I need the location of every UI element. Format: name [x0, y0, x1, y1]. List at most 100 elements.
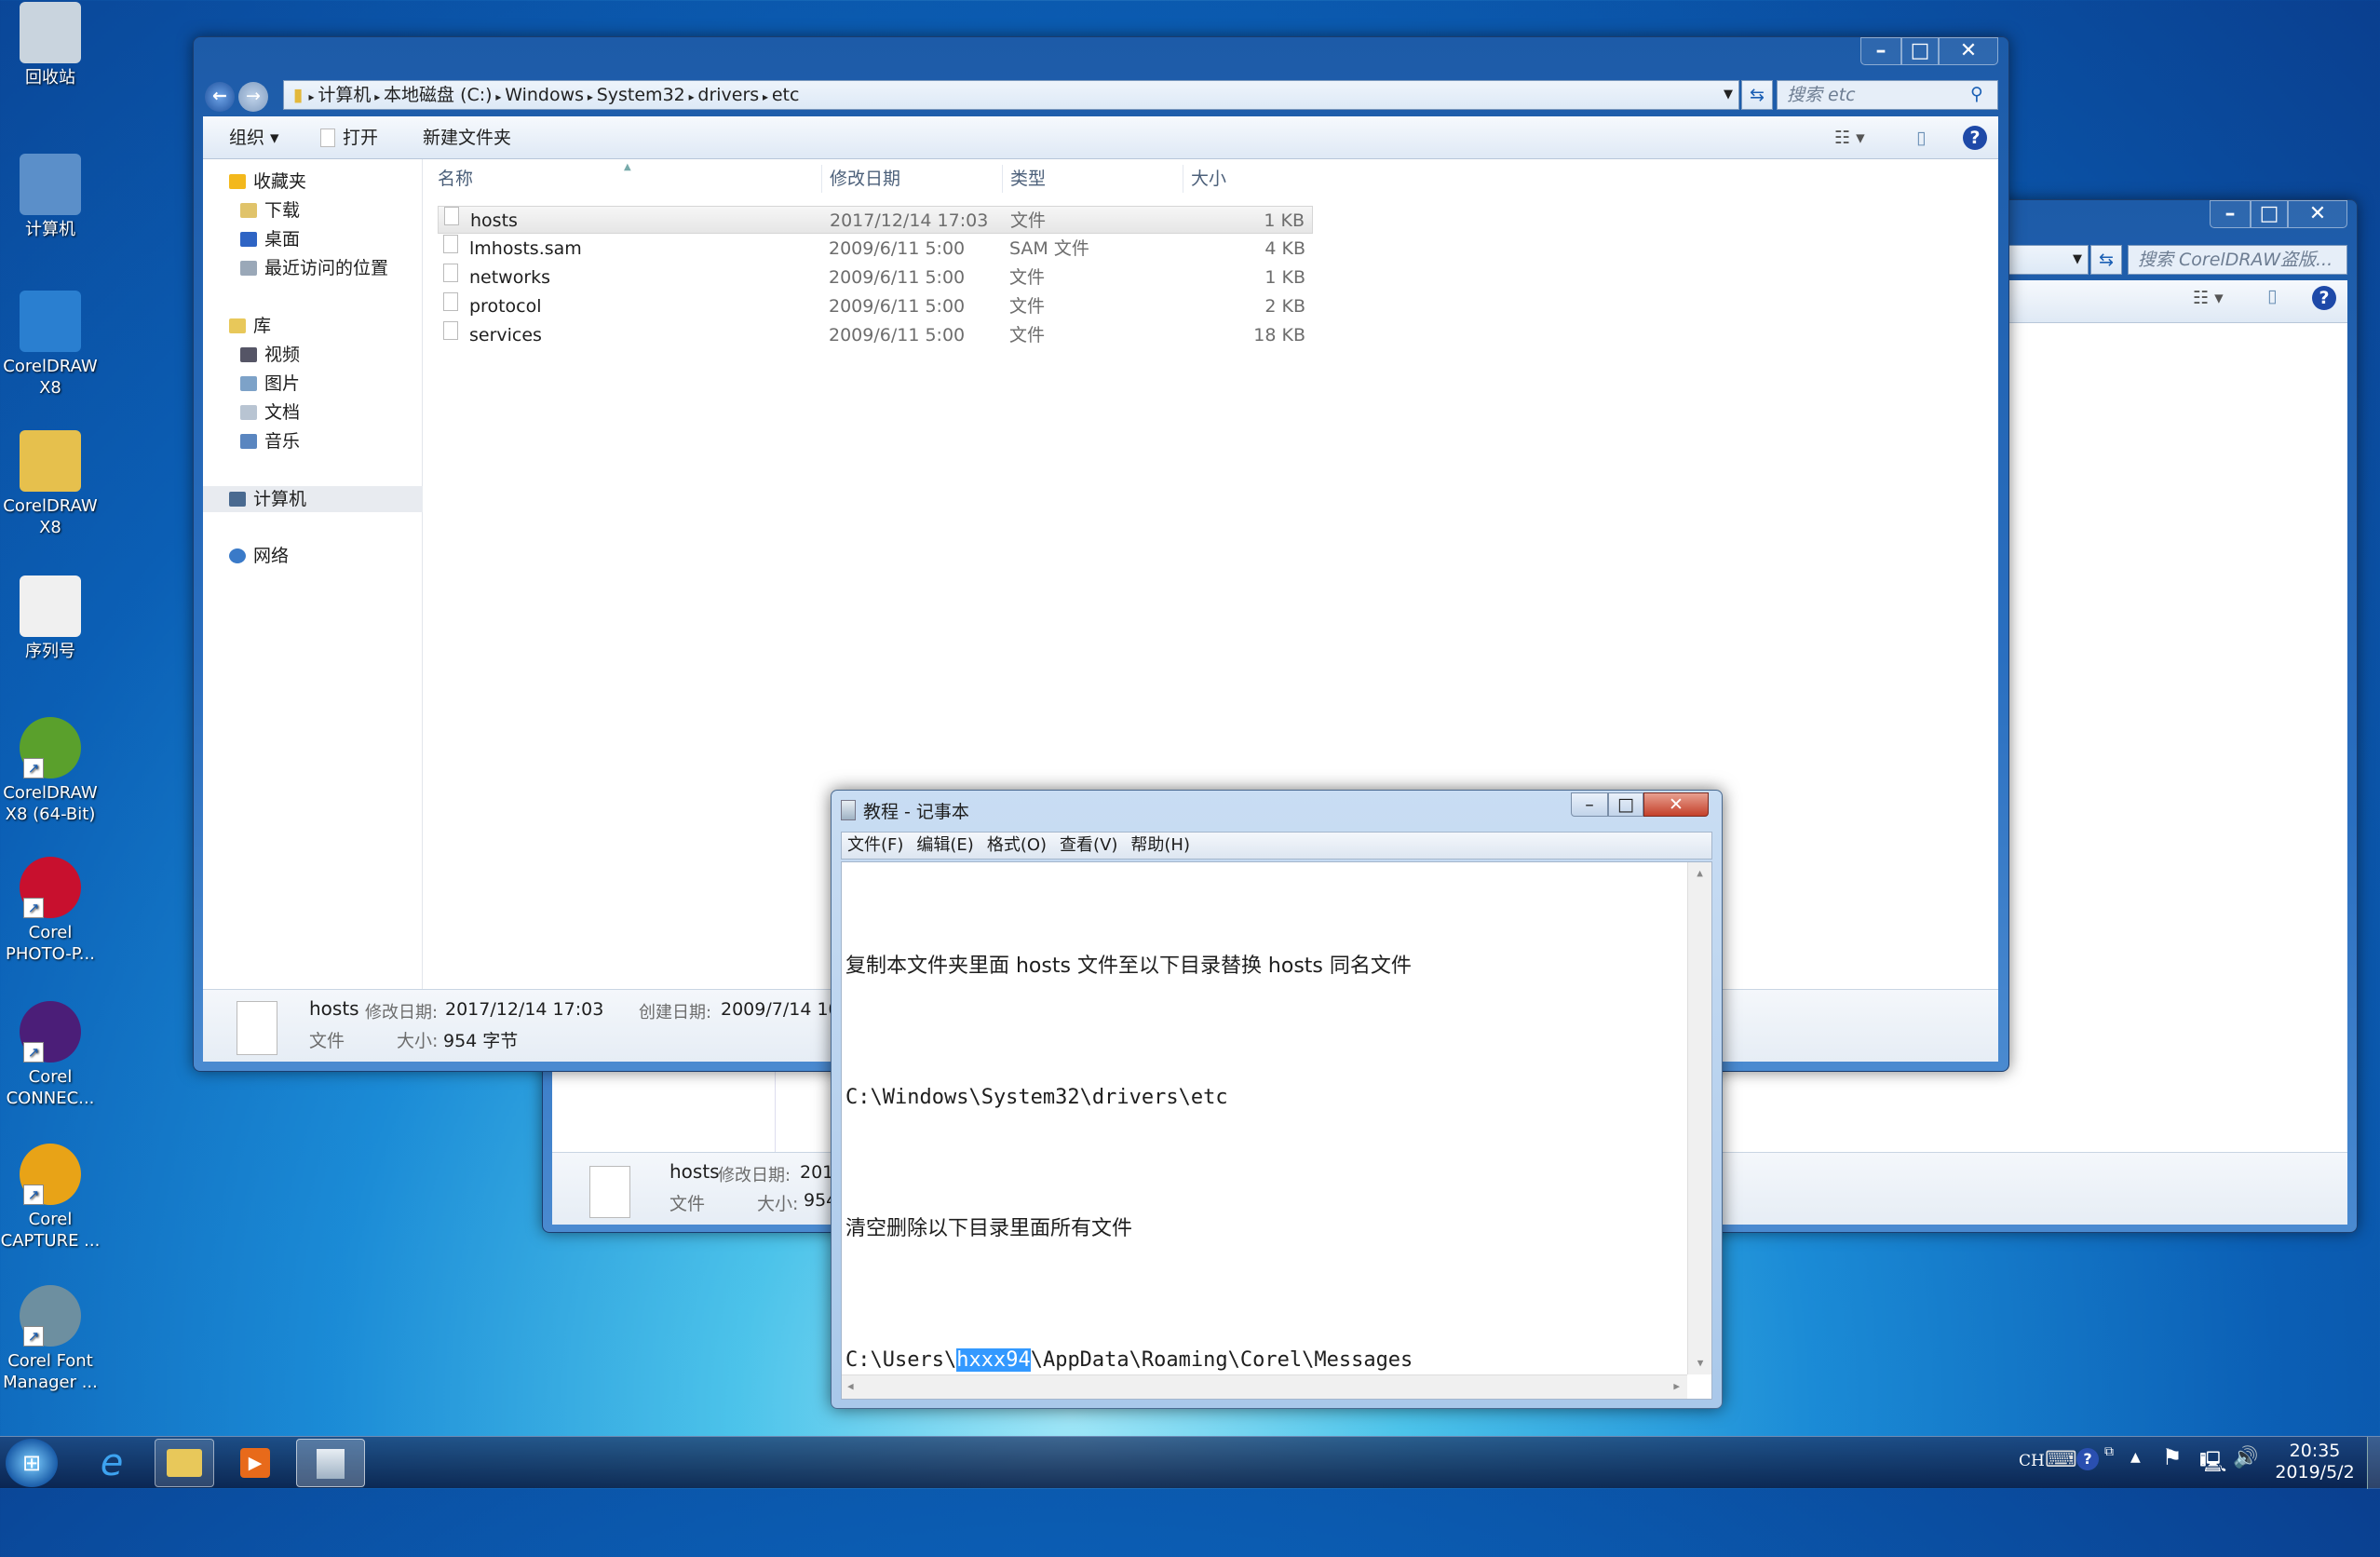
column-header-name[interactable]: 名称 — [438, 165, 473, 193]
desktop-icon-item[interactable]: ↗ CorelDRAW X8 (64-Bit) — [0, 717, 101, 825]
taskbar-internet-explorer[interactable]: e — [84, 1441, 140, 1485]
taskbar-explorer[interactable] — [155, 1439, 214, 1487]
nav-desktop[interactable]: 桌面 — [240, 226, 300, 252]
desktop-icon-item[interactable]: ↗ Corel CONNEC... — [0, 1001, 101, 1109]
nav-music[interactable]: 音乐 — [240, 428, 300, 454]
restore-icon[interactable]: ⧉ — [2104, 1444, 2114, 1459]
breadcrumb-item[interactable]: System32 — [597, 85, 685, 105]
new-folder-button[interactable]: 新建文件夹 — [423, 116, 511, 159]
organize-button[interactable]: 组织 ▾ — [229, 116, 279, 159]
video-icon — [240, 347, 257, 362]
text-area[interactable]: 复制本文件夹里面 hosts 文件至以下目录替换 hosts 同名文件 C:\W… — [841, 861, 1712, 1400]
breadcrumb-separator-icon[interactable]: ▸ — [371, 90, 384, 103]
help-icon[interactable]: ? — [2312, 286, 2336, 310]
open-button[interactable]: 打开 — [320, 116, 378, 159]
detail-type: 文件 — [309, 1031, 345, 1051]
menu-item[interactable]: 文件(F) — [847, 835, 903, 855]
breadcrumb-item[interactable]: Windows — [505, 85, 584, 105]
minimize-button[interactable]: – — [1860, 37, 1901, 65]
nav-computer[interactable]: 计算机 — [203, 486, 423, 512]
dropdown-icon[interactable]: ▼ — [2073, 246, 2082, 274]
toolbar: 组织 ▾ 打开 新建文件夹 ☷ ▾ ▯ ? — [203, 116, 1998, 159]
desktop-icon-item[interactable]: 回收站 — [0, 2, 101, 88]
action-center-flag-icon[interactable]: ⚑ — [2162, 1444, 2183, 1470]
minimize-button[interactable]: – — [1571, 792, 1608, 817]
column-header-date[interactable]: 修改日期 — [821, 165, 900, 193]
close-button[interactable]: ✕ — [2288, 200, 2347, 228]
breadcrumb-separator-icon[interactable]: ▸ — [309, 90, 318, 103]
refresh-button[interactable]: ⇆ — [1741, 80, 1773, 110]
back-button[interactable]: ← — [205, 82, 235, 112]
file-row[interactable]: protocol 2009/6/11 5:00 文件 2 KB — [438, 292, 1313, 320]
network-icon[interactable]: 🖳 — [2199, 1446, 2226, 1482]
show-desktop-button[interactable] — [2367, 1437, 2380, 1489]
help-icon[interactable]: ? — [1963, 126, 1987, 150]
search-input[interactable]: 搜索 CorelDRAW盗版... — [2128, 245, 2347, 275]
breadcrumb-separator-icon[interactable]: ▸ — [759, 90, 772, 103]
nav-videos[interactable]: 视频 — [240, 342, 300, 368]
language-indicator[interactable]: CH — [2019, 1452, 2045, 1470]
breadcrumb-item[interactable]: drivers — [697, 85, 759, 105]
desktop-icon-label: 序列号 — [25, 642, 75, 661]
address-bar[interactable]: ▮ ▸ 计算机 ▸ 本地磁盘 (C:) ▸ Windows ▸ System32… — [283, 80, 1739, 110]
preview-pane-icon[interactable]: ▯ — [2267, 286, 2277, 306]
file-row[interactable]: hosts 2017/12/14 17:03 文件 1 KB — [438, 206, 1313, 234]
nav-network[interactable]: 网络 — [229, 543, 289, 569]
breadcrumb-item[interactable]: 本地磁盘 (C:) — [384, 85, 493, 105]
desktop-icon-item[interactable]: 序列号 — [0, 575, 101, 662]
folder-icon: ▮ — [293, 85, 304, 105]
nav-recent[interactable]: 最近访问的位置 — [240, 255, 388, 281]
forward-button[interactable]: → — [238, 82, 268, 112]
desktop-icon-item[interactable]: 计算机 — [0, 154, 101, 240]
menu-item[interactable]: 编辑(E) — [916, 835, 973, 855]
close-button[interactable]: ✕ — [1939, 37, 1998, 65]
start-button[interactable]: ⊞ — [6, 1439, 58, 1487]
breadcrumb-separator-icon[interactable]: ▸ — [493, 90, 506, 103]
nav-libraries[interactable]: 库 — [229, 313, 271, 339]
nav-pictures[interactable]: 图片 — [240, 371, 300, 397]
taskbar-notepad[interactable] — [296, 1439, 365, 1487]
file-row[interactable]: networks 2009/6/11 5:00 文件 1 KB — [438, 264, 1313, 291]
file-row[interactable]: services 2009/6/11 5:00 文件 18 KB — [438, 321, 1313, 349]
menu-item[interactable]: 帮助(H) — [1130, 835, 1190, 855]
desktop-icon-item[interactable]: CorelDRAW X8 — [0, 430, 101, 538]
show-hidden-icons[interactable]: ▲ — [2130, 1450, 2141, 1465]
view-options-icon[interactable]: ☷ ▾ — [1834, 116, 1865, 159]
close-button[interactable]: ✕ — [1643, 792, 1709, 817]
maximize-button[interactable]: □ — [1901, 37, 1939, 65]
menu-item[interactable]: 格式(O) — [987, 835, 1047, 855]
column-header-size[interactable]: 大小 — [1183, 165, 1226, 193]
nav-documents[interactable]: 文档 — [240, 399, 300, 426]
search-icon[interactable]: ⚲ — [1970, 84, 1983, 104]
breadcrumb-separator-icon[interactable]: ▸ — [685, 90, 698, 103]
maximize-button[interactable]: □ — [2251, 200, 2288, 228]
refresh-button[interactable]: ⇆ — [2090, 245, 2122, 275]
clock[interactable]: 20:35 2019/5/2 — [2268, 1441, 2361, 1483]
preview-pane-icon[interactable]: ▯ — [1916, 116, 1926, 159]
maximize-button[interactable]: □ — [1608, 792, 1643, 817]
desktop-icon-item[interactable]: CorelDRAW X8 — [0, 291, 101, 399]
breadcrumb-separator-icon[interactable]: ▸ — [584, 90, 597, 103]
search-input[interactable]: 搜索 etc — [1777, 80, 1998, 110]
breadcrumb-item[interactable]: 计算机 — [318, 85, 371, 105]
view-options-icon[interactable]: ☷ ▾ — [2193, 288, 2224, 308]
taskbar-media-player[interactable]: ▶ — [225, 1439, 285, 1487]
nav-favorites[interactable]: 收藏夹 — [229, 169, 306, 195]
keyboard-icon[interactable]: ⌨ — [2045, 1446, 2077, 1472]
desktop-icon-item[interactable]: ↗ Corel Font Manager ... — [0, 1285, 101, 1393]
minimize-button[interactable]: – — [2210, 200, 2251, 228]
volume-icon[interactable]: 🔊 — [2233, 1446, 2258, 1469]
notepad-window[interactable]: 教程 - 记事本 – □ ✕ 文件(F) 编辑(E) 格式(O) 查看(V) 帮助(H)… — [831, 790, 1723, 1409]
column-header-type[interactable]: 类型 — [1002, 165, 1046, 193]
file-row[interactable]: lmhosts.sam 2009/6/11 5:00 SAM 文件 4 KB — [438, 235, 1313, 263]
menu-item[interactable]: 查看(V) — [1060, 835, 1117, 855]
help-icon[interactable]: ? — [2076, 1448, 2099, 1470]
dropdown-icon[interactable]: ▼ — [1724, 81, 1733, 109]
desktop-icon-item[interactable]: ↗ Corel CAPTURE ... — [0, 1144, 101, 1252]
horizontal-scrollbar[interactable]: ◀ ▶ — [842, 1374, 1687, 1399]
vertical-scrollbar[interactable]: ▲ ▼ — [1687, 862, 1711, 1374]
nav-downloads[interactable]: 下载 — [240, 197, 300, 223]
file-type: 文件 — [1009, 296, 1046, 317]
breadcrumb-item[interactable]: etc — [772, 85, 800, 105]
desktop-icon-item[interactable]: ↗ Corel PHOTO-P... — [0, 857, 101, 965]
